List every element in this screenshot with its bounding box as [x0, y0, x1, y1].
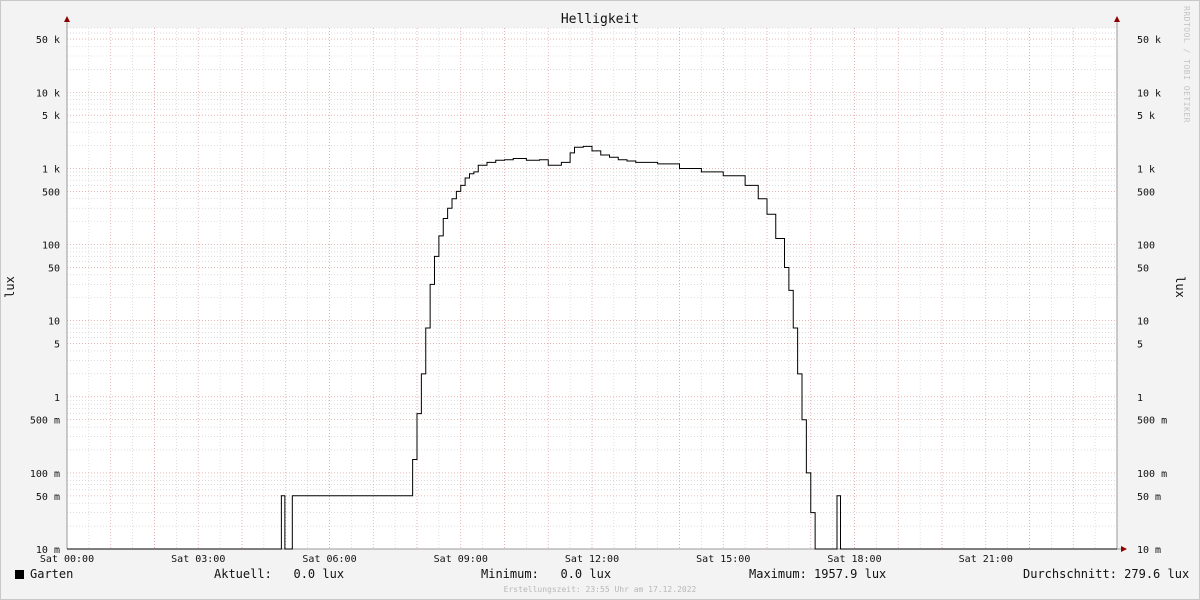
x-axis-arrow [1121, 546, 1127, 552]
creation-time-footer: Erstellungszeit: 23:55 Uhr am 17.12.2022 [503, 585, 697, 594]
y-tick-label-left: 100 [42, 241, 60, 252]
watermark: RRDTOOL / TOBI OETIKER [1182, 6, 1191, 123]
x-tick-label: Sat 15:00 [696, 554, 750, 565]
legend-series-name: Garten [30, 567, 74, 581]
legend-swatch-garten [15, 570, 24, 579]
brightness-chart: 10 m 10 m50 m 50 m100 m 100 m500 m 500 m1 15 5… [3, 12, 1187, 565]
y-tick-label-left: 500 m [30, 416, 60, 427]
y-tick-label-left: 50 k [36, 35, 60, 46]
y-tick-label-left: 10 [48, 317, 60, 328]
y-tick-label-left: 500 [42, 187, 60, 198]
x-tick-label: Sat 12:00 [565, 554, 619, 565]
legend-current: Aktuell: 0.0 lux [214, 567, 345, 581]
y-tick-label-right: 500 m [1137, 416, 1167, 427]
y-tick-label-left: 5 [54, 340, 60, 351]
y-tick-label-right: 5 [1137, 340, 1143, 351]
y-tick-label-right: 1 [1137, 393, 1143, 404]
y-tick-label-right: 50 k [1137, 35, 1161, 46]
y-tick-label-left: 50 m [36, 492, 60, 503]
x-tick-label: Sat 09:00 [434, 554, 488, 565]
y-tick-label-left: 50 [48, 263, 60, 274]
y-tick-label-right: 10 [1137, 317, 1149, 328]
y-tick-label-right: 100 m [1137, 469, 1167, 480]
x-tick-label: Sat 18:00 [827, 554, 881, 565]
legend-maximum: Maximum: 1957.9 lux [749, 567, 887, 581]
y-tick-label-left: 1 [54, 393, 60, 404]
x-tick-label: Sat 00:00 [40, 554, 94, 565]
y-tick-label-right: 50 [1137, 263, 1149, 274]
y-axis-label-left: lux [3, 276, 17, 298]
chart-title: Helligkeit [561, 12, 639, 27]
y-axis-label-right: lux [1173, 276, 1187, 298]
y-tick-label-left: 5 k [42, 111, 60, 122]
y-axis-arrow-right [1114, 16, 1120, 22]
y-tick-label-right: 5 k [1137, 111, 1155, 122]
y-tick-label-right: 10 m [1137, 545, 1161, 556]
y-tick-label-right: 100 [1137, 241, 1155, 252]
y-tick-label-right: 500 [1137, 187, 1155, 198]
y-tick-label-left: 10 k [36, 88, 60, 99]
x-tick-label: Sat 06:00 [302, 554, 356, 565]
x-tick-label: Sat 03:00 [171, 554, 225, 565]
y-tick-label-right: 10 k [1137, 88, 1161, 99]
legend-average: Durchschnitt: 279.6 lux [1023, 567, 1190, 581]
x-tick-label: Sat 21:00 [959, 554, 1013, 565]
y-tick-label-right: 1 k [1137, 164, 1155, 175]
y-tick-label-right: 50 m [1137, 492, 1161, 503]
y-tick-label-left: 1 k [42, 164, 60, 175]
legend-minimum: Minimum: 0.0 lux [481, 567, 612, 581]
y-tick-label-left: 100 m [30, 469, 60, 480]
y-axis-arrow-left [64, 16, 70, 22]
